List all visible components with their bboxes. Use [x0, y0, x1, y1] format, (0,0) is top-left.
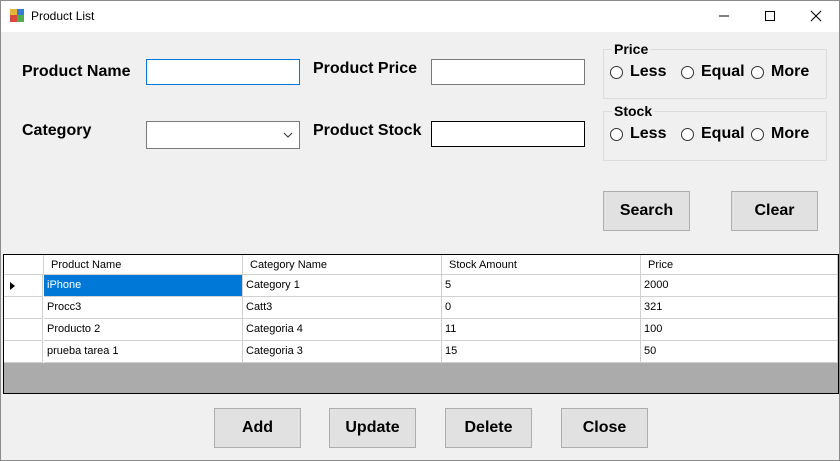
clear-button[interactable]: Clear: [731, 191, 818, 231]
minimize-button[interactable]: [701, 1, 747, 31]
search-button[interactable]: Search: [603, 191, 690, 231]
product-price-input[interactable]: [431, 59, 585, 85]
cell-stock-amount[interactable]: 15: [442, 341, 641, 363]
category-select[interactable]: [146, 121, 300, 149]
table-row[interactable]: prueba tarea 1 Categoria 3 15 50: [4, 341, 838, 363]
table-row[interactable]: iPhone Category 1 5 2000: [4, 275, 838, 297]
row-header[interactable]: [4, 297, 43, 319]
radio-label: Less: [630, 125, 667, 142]
stock-less-radio[interactable]: Less: [610, 125, 666, 143]
cell-price[interactable]: 321: [641, 297, 838, 319]
stock-group-title: Stock: [612, 103, 655, 119]
cell-product-name[interactable]: Procc3: [44, 297, 243, 319]
maximize-icon: [765, 11, 775, 21]
price-group-title: Price: [612, 41, 651, 57]
radio-label: More: [771, 63, 810, 80]
radio-circle: [751, 127, 764, 141]
product-name-label: Product Name: [22, 63, 131, 80]
radio-circle: [681, 65, 694, 79]
product-stock-label: Product Stock: [313, 122, 422, 139]
radio-label: Equal: [701, 63, 745, 80]
price-more-radio[interactable]: More: [751, 63, 809, 81]
row-header[interactable]: [4, 341, 43, 363]
radio-circle: [610, 65, 623, 79]
delete-button[interactable]: Delete: [445, 408, 532, 448]
window-title: Product List: [31, 9, 95, 23]
app-icon: [10, 9, 24, 22]
minimize-icon: [719, 15, 729, 17]
close-window-button[interactable]: [793, 1, 839, 31]
product-stock-input[interactable]: [431, 121, 585, 147]
update-button[interactable]: Update: [329, 408, 416, 448]
cell-category-name[interactable]: Catt3: [243, 297, 442, 319]
radio-circle: [751, 65, 764, 79]
radio-circle: [681, 127, 694, 141]
grid-header: Product Name Category Name Stock Amount …: [4, 255, 838, 275]
cell-price[interactable]: 50: [641, 341, 838, 363]
row-header[interactable]: [4, 319, 43, 341]
table-row[interactable]: Producto 2 Categoria 4 11 100: [4, 319, 838, 341]
radio-circle: [610, 127, 623, 141]
cell-price[interactable]: 2000: [641, 275, 838, 297]
stock-more-radio[interactable]: More: [751, 125, 809, 143]
product-name-input[interactable]: [146, 59, 300, 85]
cell-stock-amount[interactable]: 5: [442, 275, 641, 297]
cell-stock-amount[interactable]: 0: [442, 297, 641, 319]
product-price-label: Product Price: [313, 60, 418, 77]
table-row[interactable]: Procc3 Catt3 0 321: [4, 297, 838, 319]
column-header-product-name[interactable]: Product Name: [44, 255, 243, 275]
radio-label: Less: [630, 63, 667, 80]
column-header-price[interactable]: Price: [641, 255, 838, 275]
column-header-stock-amount[interactable]: Stock Amount: [442, 255, 641, 275]
price-equal-radio[interactable]: Equal: [681, 63, 745, 81]
chevron-down-icon: [283, 132, 293, 138]
close-icon: [810, 10, 822, 22]
cell-category-name[interactable]: Category 1: [243, 275, 442, 297]
cell-product-name[interactable]: Producto 2: [44, 319, 243, 341]
products-grid[interactable]: Product Name Category Name Stock Amount …: [3, 254, 839, 394]
radio-label: More: [771, 125, 810, 142]
cell-price[interactable]: 100: [641, 319, 838, 341]
row-pointer-icon: [10, 282, 15, 290]
product-list-window: Product List Product Name Category Produ…: [0, 0, 840, 461]
radio-label: Equal: [701, 125, 745, 142]
maximize-button[interactable]: [747, 1, 793, 31]
row-header[interactable]: [4, 275, 43, 297]
header-corner: [4, 255, 44, 275]
price-less-radio[interactable]: Less: [610, 63, 666, 81]
cell-product-name[interactable]: prueba tarea 1: [44, 341, 243, 363]
cell-category-name[interactable]: Categoria 4: [243, 319, 442, 341]
column-header-category-name[interactable]: Category Name: [243, 255, 442, 275]
title-bar: Product List: [1, 1, 839, 32]
add-button[interactable]: Add: [214, 408, 301, 448]
stock-equal-radio[interactable]: Equal: [681, 125, 745, 143]
cell-category-name[interactable]: Categoria 3: [243, 341, 442, 363]
cell-stock-amount[interactable]: 11: [442, 319, 641, 341]
close-button[interactable]: Close: [561, 408, 648, 448]
category-label: Category: [22, 122, 92, 139]
cell-product-name[interactable]: iPhone: [44, 275, 243, 297]
